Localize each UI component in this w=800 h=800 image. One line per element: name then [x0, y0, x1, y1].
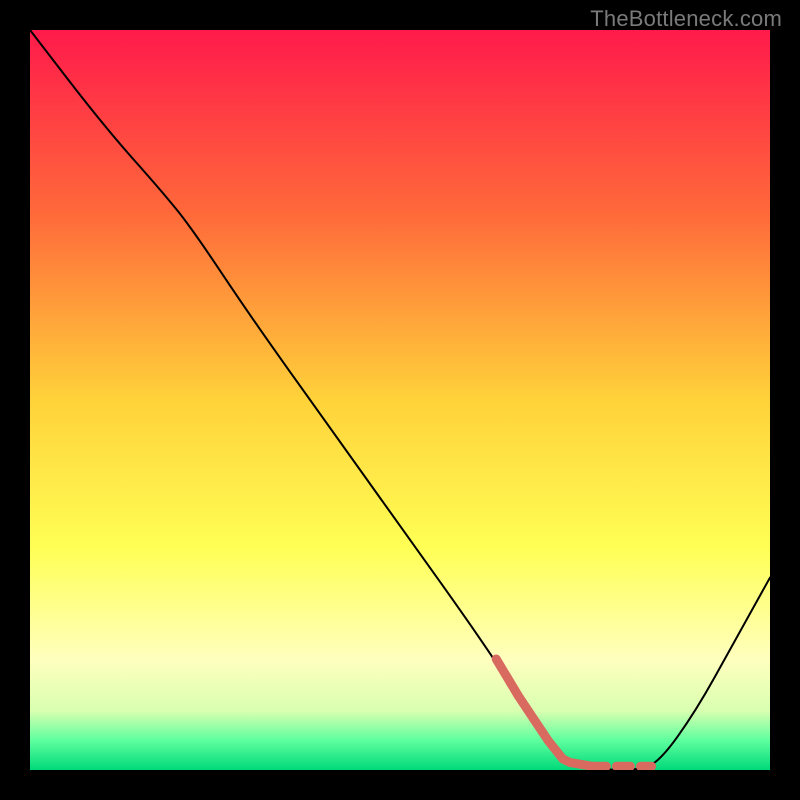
attribution-text: TheBottleneck.com: [590, 6, 782, 32]
chart-plot-area: [30, 30, 770, 770]
chart-svg: [30, 30, 770, 770]
chart-background-gradient: [30, 30, 770, 770]
